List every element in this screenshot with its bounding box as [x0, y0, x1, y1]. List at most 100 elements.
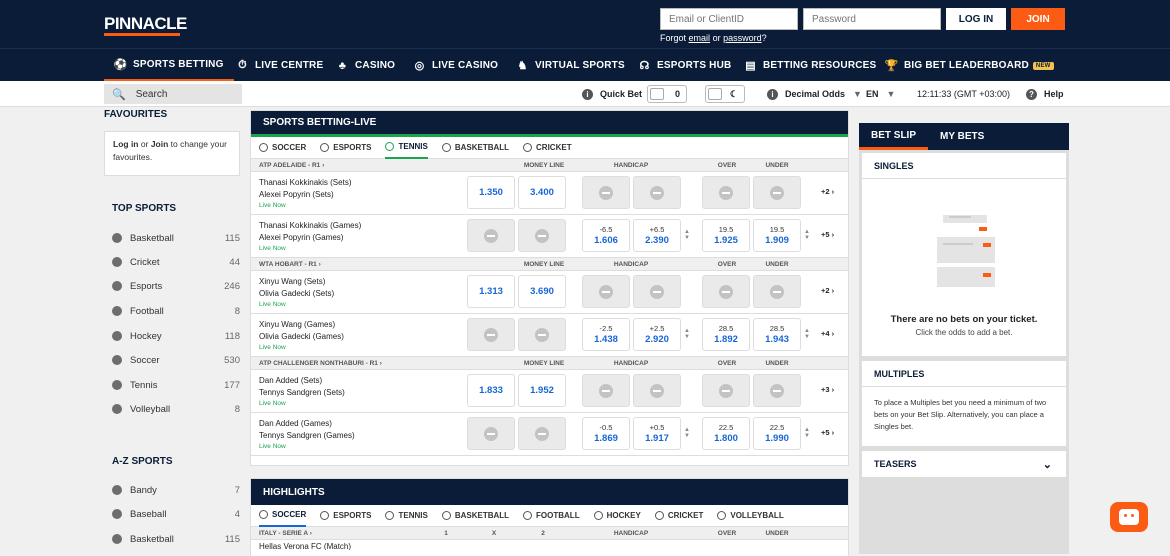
nav-live-centre[interactable]: ⏱ LIVE CENTRE [236, 49, 323, 82]
handicap-home-odds [582, 275, 630, 308]
match-row[interactable]: Hellas Verona FC (Match) [251, 540, 848, 550]
chat-widget-button[interactable] [1110, 502, 1148, 532]
tab-esports[interactable]: ESPORTS [320, 137, 371, 159]
info-icon[interactable]: i [582, 88, 593, 100]
info-icon[interactable]: i [767, 88, 778, 100]
help-link[interactable]: ? Help [1026, 81, 1064, 107]
tab-basketball[interactable]: BASKETBALL [441, 137, 509, 159]
locked-odds-icon [650, 383, 664, 398]
nav-live-casino[interactable]: ◎ LIVE CASINO [413, 49, 498, 82]
more-markets-link[interactable]: +4 › [821, 329, 834, 338]
language-select[interactable]: EN ▼ [866, 81, 895, 107]
nav-betting-resources[interactable]: ▤ BETTING RESOURCES [744, 49, 876, 82]
more-markets-link[interactable]: +2 › [821, 187, 834, 196]
odds-point: -6.5 [599, 225, 613, 234]
match-row: Xinyu Wang (Games) Olivia Gadecki (Games)… [251, 314, 848, 357]
chevron-right-icon: › [829, 187, 835, 196]
under-odds[interactable]: 22.5 1.990 [753, 417, 801, 450]
forgot-email-link[interactable]: email [689, 33, 711, 43]
more-markets-link[interactable]: +5 › [821, 428, 834, 437]
nav-casino[interactable]: ♣ CASINO [336, 49, 395, 82]
pinnacle-logo[interactable]: PINNACLE [104, 14, 187, 34]
tab-cricket[interactable]: CRICKET [654, 505, 703, 527]
tab-tennis[interactable]: TENNIS [385, 137, 428, 159]
league-header[interactable]: ATP ADELAIDE - R1 › MONEY LINE HANDICAP OVE… [251, 159, 848, 172]
fav-login-link[interactable]: Log in [113, 139, 139, 149]
moneyline-home-odds[interactable]: 1.833 [467, 374, 515, 407]
sport-item[interactable]: Basketball 115 [112, 532, 240, 546]
league-header[interactable]: ITALY - SERIE A › 1 X 2 HANDICAP OVER UN… [251, 527, 848, 540]
handicap-away-odds [633, 176, 681, 209]
moneyline-home-odds[interactable]: 1.313 [467, 275, 515, 308]
nav-label: LIVE CASINO [432, 60, 499, 71]
multiples-section: MULTIPLES To place a Multiples bet you n… [861, 360, 1067, 447]
tab-volleyball[interactable]: VOLLEYBALL [717, 505, 784, 527]
quick-bet-toggle[interactable]: 0 [647, 85, 688, 103]
league-header[interactable]: ATP CHALLENGER NONTHABURI - R1 › MONEY LI… [251, 357, 848, 370]
col-handicap: HANDICAP [613, 161, 649, 169]
handicap-home-odds[interactable]: -6.5 1.606 [582, 219, 630, 252]
email-input[interactable] [660, 8, 798, 30]
sport-item[interactable]: Baseball 4 [112, 507, 240, 521]
tab-soccer[interactable]: SOCCER [259, 137, 306, 159]
tab-soccer[interactable]: SOCCER [259, 505, 307, 527]
under-odds[interactable]: 28.5 1.943 [753, 318, 801, 351]
more-markets-link[interactable]: +3 › [821, 385, 834, 394]
tab-my-bets[interactable]: MY BETS [928, 123, 996, 150]
nav-virtual-sports[interactable]: ♞ VIRTUAL SPORTS [516, 49, 625, 82]
nav-sports-betting[interactable]: ⚽ SPORTS BETTING [104, 49, 234, 82]
handicap-home-odds[interactable]: -0.5 1.869 [582, 417, 630, 450]
tab-cricket[interactable]: CRICKET [523, 137, 572, 159]
tab-basketball[interactable]: BASKETBALL [441, 505, 509, 527]
over-odds[interactable]: 22.5 1.800 [702, 417, 750, 450]
odds-price: 1.869 [594, 433, 618, 444]
join-button[interactable]: JOIN [1011, 8, 1065, 30]
chevron-right-icon: › [829, 230, 835, 239]
login-button[interactable]: LOG IN [946, 8, 1006, 30]
handicap-home-odds[interactable]: -2.5 1.438 [582, 318, 630, 351]
under-odds[interactable]: 19.5 1.909 [753, 219, 801, 252]
sport-item[interactable]: Basketball 115 [112, 231, 240, 245]
tab-hockey[interactable]: HOCKEY [593, 505, 641, 527]
sport-item[interactable]: Cricket 44 [112, 255, 240, 269]
forgot-password-link[interactable]: password [723, 33, 762, 43]
handicap-away-odds[interactable]: +2.5 2.920 [633, 318, 681, 351]
over-odds [702, 275, 750, 308]
locked-odds-icon [770, 284, 784, 299]
handicap-away-odds[interactable]: +0.5 1.917 [633, 417, 681, 450]
sport-item[interactable]: Tennis 177 [112, 378, 240, 392]
more-markets-link[interactable]: +5 › [821, 230, 834, 239]
more-markets-link[interactable]: +2 › [821, 286, 834, 295]
over-odds[interactable]: 19.5 1.925 [702, 219, 750, 252]
password-input[interactable] [803, 8, 941, 30]
dark-mode-toggle[interactable]: ☾ [705, 85, 745, 103]
search-box[interactable]: 🔍 Search [104, 84, 242, 104]
fav-join-link[interactable]: Join [151, 139, 168, 149]
sport-item[interactable]: Soccer 530 [112, 353, 240, 367]
over-odds[interactable]: 28.5 1.892 [702, 318, 750, 351]
tab-tennis[interactable]: TENNIS [385, 505, 428, 527]
moneyline-home-odds[interactable]: 1.350 [467, 176, 515, 209]
handicap-away-odds[interactable]: +6.5 2.390 [633, 219, 681, 252]
live-betting-panel: SPORTS BETTING-LIVE SOCCER ESPORTS TENNI… [250, 110, 849, 466]
tab-bet-slip[interactable]: BET SLIP [859, 123, 929, 150]
moneyline-home-odds [467, 219, 515, 252]
sport-item[interactable]: Football 8 [112, 304, 240, 318]
nav-esports-hub[interactable]: ☊ ESPORTS HUB [638, 49, 732, 82]
sport-item[interactable]: Esports 246 [112, 279, 240, 293]
odds-format[interactable]: i Decimal Odds ▼ [767, 81, 862, 107]
sport-item[interactable]: Bandy 7 [112, 483, 240, 497]
volleyball-icon [112, 404, 122, 414]
teasers-section[interactable]: TEASERS ⌄ [861, 450, 1067, 478]
sport-item[interactable]: Volleyball 8 [112, 402, 240, 416]
tab-esports[interactable]: ESPORTS [320, 505, 371, 527]
moneyline-away-odds[interactable]: 1.952 [518, 374, 566, 407]
tab-football[interactable]: FOOTBALL [523, 505, 580, 527]
odds-point: +0.5 [649, 423, 665, 432]
league-header[interactable]: WTA HOBART - R1 › MONEY LINE HANDICAP OVER U… [251, 258, 848, 271]
sport-item[interactable]: Hockey 118 [112, 329, 240, 343]
moneyline-away-odds[interactable]: 3.690 [518, 275, 566, 308]
moneyline-away-odds[interactable]: 3.400 [518, 176, 566, 209]
nav-big-bet-leaderboard[interactable]: 🏆 BIG BET LEADERBOARD NEW [885, 49, 1054, 82]
help-label: Help [1044, 89, 1064, 99]
